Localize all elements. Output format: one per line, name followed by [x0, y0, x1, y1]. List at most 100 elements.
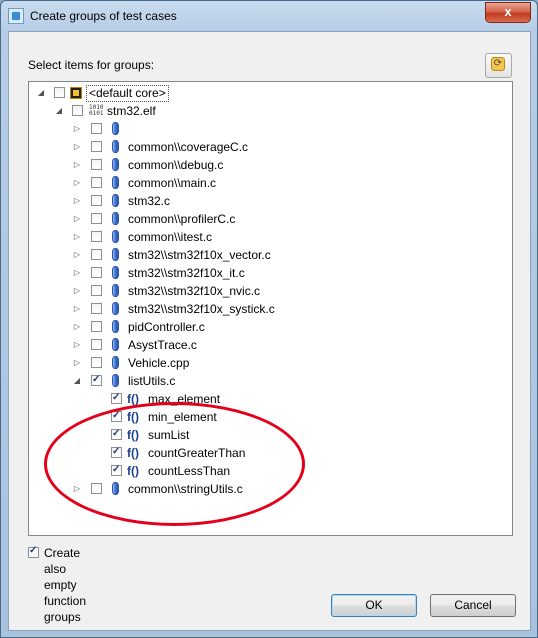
file-label: common\\main.c — [128, 176, 217, 190]
function-icon: f() — [127, 464, 139, 478]
source-file-icon — [112, 356, 119, 369]
expand-arrow-icon[interactable]: ▷ — [72, 120, 82, 138]
item-tree[interactable]: ◢ <default core> ◢ 1010 0101 stm32.elf ▷… — [28, 81, 513, 536]
expand-arrow-icon[interactable]: ▷ — [72, 336, 82, 354]
file-checkbox[interactable] — [91, 321, 102, 332]
empty-groups-label: Create also empty function groups — [44, 546, 87, 624]
dialog-window: Create groups of test cases x Select ite… — [0, 0, 538, 638]
app-icon — [8, 8, 24, 24]
refresh-button[interactable]: ⟳ — [485, 53, 512, 78]
file-checkbox[interactable] — [91, 303, 102, 314]
section-label: Select items for groups: — [28, 58, 155, 72]
function-label: countLessThan — [148, 464, 231, 478]
file-label: stm32.c — [128, 194, 171, 208]
file-checkbox[interactable] — [91, 123, 102, 134]
function-label: max_element — [148, 392, 221, 406]
source-file-icon — [112, 248, 119, 261]
source-file-icon — [112, 284, 119, 297]
expand-arrow-icon[interactable]: ▷ — [72, 228, 82, 246]
core-label: <default core> — [86, 85, 169, 102]
function-checkbox[interactable] — [111, 407, 122, 425]
expand-arrow-icon[interactable]: ▷ — [72, 210, 82, 228]
file-checkbox[interactable] — [91, 195, 102, 206]
dialog-content: Select items for groups: ⟳ ◢ <default co… — [8, 31, 531, 631]
file-checkbox[interactable] — [91, 213, 102, 224]
expand-arrow-icon[interactable]: ◢ — [54, 102, 64, 120]
core-chip-icon — [70, 87, 82, 99]
file-checkbox[interactable] — [91, 357, 102, 368]
file-checkbox[interactable] — [91, 339, 102, 350]
file-label: listUtils.c — [128, 374, 176, 388]
file-label: common\\coverageC.c — [128, 140, 249, 154]
close-button[interactable]: x — [485, 2, 531, 23]
file-label: stm32\\stm32f10x_it.c — [128, 266, 245, 280]
source-file-icon — [112, 266, 119, 279]
expand-arrow-icon[interactable]: ▷ — [72, 318, 82, 336]
elf-checkbox[interactable] — [72, 105, 83, 116]
file-label: stm32\\stm32f10x_systick.c — [128, 302, 275, 316]
file-label: common\\itest.c — [128, 230, 213, 244]
ok-button[interactable]: OK — [331, 594, 417, 617]
expand-arrow-icon[interactable]: ◢ — [36, 84, 46, 102]
expand-arrow-icon[interactable]: ▷ — [72, 264, 82, 282]
file-label: pidController.c — [128, 320, 205, 334]
file-checkbox[interactable] — [91, 371, 102, 389]
binary-file-icon: 1010 0101 — [89, 104, 104, 117]
source-file-icon — [112, 194, 119, 207]
file-checkbox[interactable] — [91, 267, 102, 278]
expand-arrow-icon[interactable]: ▷ — [72, 192, 82, 210]
expand-arrow-icon[interactable]: ▷ — [72, 174, 82, 192]
function-label: min_element — [148, 410, 217, 424]
expand-arrow-icon[interactable]: ▷ — [72, 354, 82, 372]
file-checkbox[interactable] — [91, 285, 102, 296]
refresh-icon: ⟳ — [491, 57, 505, 71]
function-label: sumList — [148, 428, 190, 442]
function-icon: f() — [127, 410, 139, 424]
function-checkbox[interactable] — [111, 461, 122, 479]
function-icon: f() — [127, 446, 139, 460]
elf-label: stm32.elf — [107, 104, 156, 118]
file-checkbox[interactable] — [91, 249, 102, 260]
expand-arrow-icon[interactable]: ▷ — [72, 300, 82, 318]
file-label: stm32\\stm32f10x_nvic.c — [128, 284, 261, 298]
source-file-icon — [112, 302, 119, 315]
core-checkbox[interactable] — [54, 87, 65, 98]
file-checkbox[interactable] — [91, 177, 102, 188]
file-checkbox[interactable] — [91, 159, 102, 170]
source-file-icon — [112, 158, 119, 171]
source-file-icon — [112, 338, 119, 351]
cancel-button[interactable]: Cancel — [430, 594, 516, 617]
file-label: common\\stringUtils.c — [128, 482, 243, 496]
source-file-icon — [112, 140, 119, 153]
source-file-icon — [112, 176, 119, 189]
window-title: Create groups of test cases — [30, 9, 177, 23]
file-checkbox[interactable] — [91, 483, 102, 494]
source-file-icon — [112, 212, 119, 225]
title-bar[interactable]: Create groups of test cases x — [1, 1, 537, 31]
empty-groups-checkbox[interactable] — [28, 543, 39, 559]
file-label: stm32\\stm32f10x_vector.c — [128, 248, 271, 262]
file-label: common\\debug.c — [128, 158, 224, 172]
file-checkbox[interactable] — [91, 231, 102, 242]
source-file-icon — [112, 482, 119, 495]
expand-arrow-icon[interactable]: ▷ — [72, 138, 82, 156]
source-file-icon — [112, 122, 119, 135]
function-icon: f() — [127, 392, 139, 406]
source-file-icon — [112, 320, 119, 333]
expand-arrow-icon[interactable]: ▷ — [72, 480, 82, 498]
function-checkbox[interactable] — [111, 389, 122, 407]
function-icon: f() — [127, 428, 139, 442]
expand-arrow-icon[interactable]: ▷ — [72, 246, 82, 264]
function-label: countGreaterThan — [148, 446, 246, 460]
function-checkbox[interactable] — [111, 443, 122, 461]
source-file-icon — [112, 374, 119, 387]
function-checkbox[interactable] — [111, 425, 122, 443]
expand-arrow-icon[interactable]: ▷ — [72, 282, 82, 300]
collapse-arrow-icon[interactable]: ◢ — [72, 372, 82, 390]
expand-arrow-icon[interactable]: ▷ — [72, 156, 82, 174]
file-checkbox[interactable] — [91, 141, 102, 152]
file-label: AsystTrace.c — [128, 338, 197, 352]
file-label: common\\profilerC.c — [128, 212, 236, 226]
source-file-icon — [112, 230, 119, 243]
file-label: Vehicle.cpp — [128, 356, 190, 370]
